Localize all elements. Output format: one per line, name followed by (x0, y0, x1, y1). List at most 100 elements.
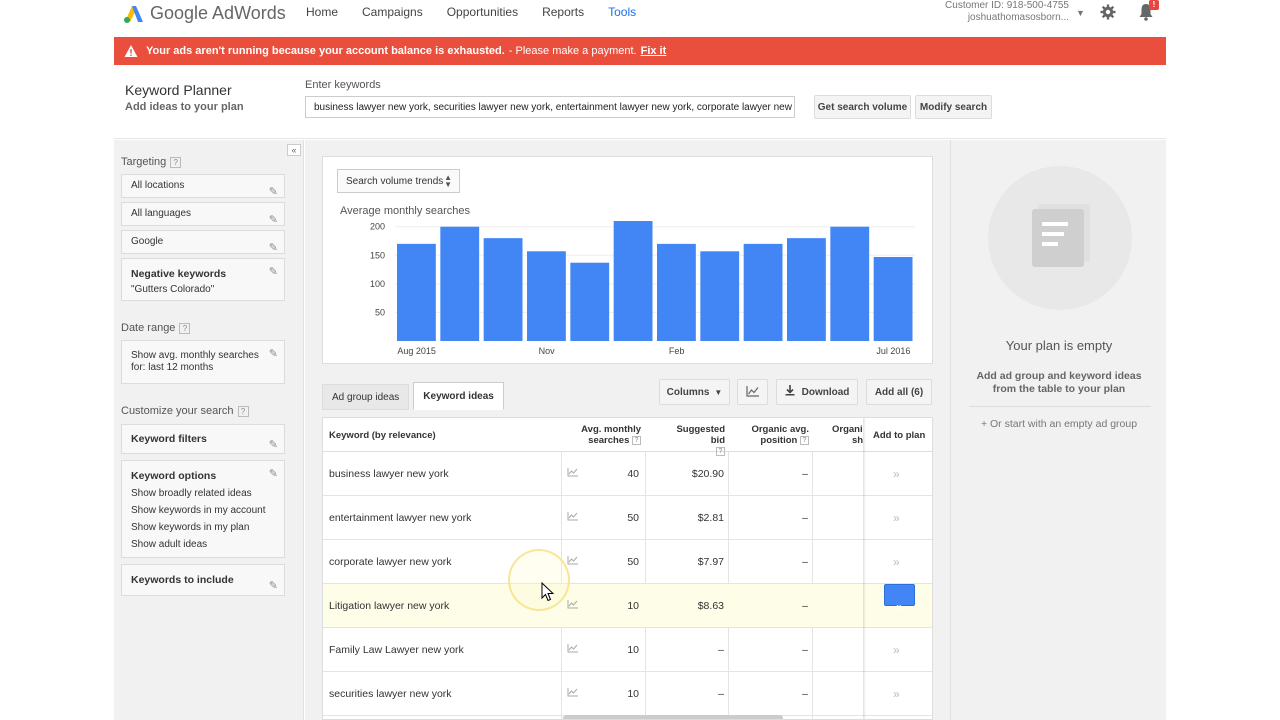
network-setting[interactable]: Google ✎ (121, 230, 285, 254)
plan-empty-subtitle: Add ad group and keyword ideas from the … (976, 370, 1142, 395)
organic-position-cell: – (802, 556, 808, 568)
download-button[interactable]: Download (776, 379, 858, 405)
chart-bar-6[interactable] (657, 243, 696, 341)
help-icon[interactable]: ? (170, 156, 182, 168)
download-label: Download (801, 386, 850, 398)
settings-gear-icon[interactable] (1100, 4, 1116, 20)
keyword-option: Show keywords in my plan (131, 522, 250, 533)
date-range-line2: for: last 12 months (131, 362, 214, 373)
chart-bar-8[interactable] (743, 243, 783, 341)
help-icon[interactable]: ? (179, 322, 191, 334)
header-organic-avg-position[interactable]: Organic avg. position ? (743, 424, 809, 446)
chart-toggle-button[interactable] (737, 379, 768, 405)
tab-ad-group-ideas[interactable]: Ad group ideas (322, 384, 410, 410)
columns-button[interactable]: Columns ▼ (659, 379, 730, 405)
chart-bar-9[interactable] (787, 238, 826, 341)
keyword-filters-setting[interactable]: Keyword filters ✎ (121, 424, 285, 454)
empty-ad-group-link[interactable]: + Or start with an empty ad group (951, 418, 1166, 430)
adwords-logo-icon (122, 2, 144, 24)
fix-it-link[interactable]: Fix it (641, 45, 667, 57)
chart-bar-5[interactable] (613, 221, 653, 341)
keywords-to-include-setting[interactable]: Keywords to include ✎ (121, 564, 285, 596)
keyword-options-title: Keyword options (131, 470, 217, 482)
account-selector[interactable]: Customer ID: 918-500-4755 joshuathomasos… (945, 0, 1069, 24)
searches-cell: 10 (627, 688, 639, 700)
add-to-plan-button[interactable]: » (893, 452, 900, 496)
horizontal-scrollbar[interactable] (563, 715, 783, 719)
columns-label: Columns (666, 386, 710, 398)
notifications-bell-icon[interactable]: ! (1138, 0, 1159, 21)
edit-pencil-icon[interactable]: ✎ (269, 265, 278, 278)
chart-bar-10[interactable] (830, 226, 870, 341)
edit-pencil-icon[interactable]: ✎ (269, 467, 278, 480)
account-caret-icon[interactable]: ▼ (1076, 8, 1085, 18)
nav-reports[interactable]: Reports (542, 5, 584, 19)
alert-payment-text: - Please make a payment. (508, 45, 637, 57)
locations-setting[interactable]: All locations ✎ (121, 174, 285, 198)
edit-pencil-icon[interactable]: ✎ (269, 347, 278, 360)
table-row: Family Law Lawyer new york 10 – – » (323, 628, 932, 672)
bid-cell: – (718, 688, 724, 700)
edit-pencil-icon[interactable]: ✎ (269, 209, 278, 231)
keyword-cell: Family Law Lawyer new york (329, 644, 464, 656)
trend-chart-icon[interactable] (567, 452, 579, 496)
nav-tools[interactable]: Tools (608, 5, 636, 19)
trend-chart-icon[interactable] (567, 584, 579, 628)
header-avg-monthly-searches[interactable]: Avg. monthly searches ? (579, 424, 641, 446)
help-icon[interactable]: ? (632, 435, 641, 445)
keyword-option: Show keywords in my account (131, 505, 266, 516)
keyword-filters-title: Keyword filters (131, 433, 207, 445)
keyword-options-setting[interactable]: Keyword options Show broadly related ide… (121, 460, 285, 558)
edit-pencil-icon[interactable]: ✎ (269, 571, 278, 601)
date-range-setting[interactable]: Show avg. monthly searches for: last 12 … (121, 340, 285, 384)
searches-cell: 40 (627, 468, 639, 480)
add-to-plan-button[interactable]: » (893, 496, 900, 540)
add-to-plan-button[interactable]: » (893, 628, 900, 672)
y-tick-label: 50 (375, 307, 385, 317)
header-keyword[interactable]: Keyword (by relevance) (329, 430, 436, 441)
trend-chart-icon[interactable] (567, 496, 579, 540)
y-tick-label: 150 (370, 250, 385, 260)
edit-pencil-icon[interactable]: ✎ (269, 237, 278, 259)
chart-bar-1[interactable] (440, 226, 480, 341)
edit-pencil-icon[interactable]: ✎ (269, 181, 278, 203)
bid-cell: $2.81 (697, 512, 724, 524)
add-to-plan-button[interactable]: » (893, 672, 900, 716)
nav-campaigns[interactable]: Campaigns (362, 5, 423, 19)
get-search-volume-button[interactable]: Get search volume (814, 95, 911, 119)
modify-search-button[interactable]: Modify search (915, 95, 992, 119)
header-organic-share[interactable]: Organicsha (832, 424, 863, 446)
languages-value: All languages (131, 208, 192, 219)
trend-chart-icon[interactable] (567, 672, 579, 716)
main-nav: Home Campaigns Opportunities Reports Too… (306, 5, 660, 19)
chart-bar-11[interactable] (873, 257, 913, 341)
trend-chart-icon[interactable] (567, 628, 579, 672)
warning-icon (124, 44, 138, 58)
chart-bar-2[interactable] (483, 238, 523, 341)
chart-bar-7[interactable] (700, 251, 740, 341)
x-tick-label: Aug 2015 (397, 346, 436, 356)
account-alert-bar: Your ads aren't running because your acc… (114, 37, 1166, 65)
add-all-button[interactable]: Add all (6) (866, 379, 932, 405)
adwords-logo[interactable]: Google AdWords (122, 0, 286, 26)
organic-position-cell: – (802, 468, 808, 480)
chart-bar-4[interactable] (570, 262, 610, 341)
organic-position-cell: – (802, 644, 808, 656)
targeting-label: Targeting? (121, 156, 182, 168)
languages-setting[interactable]: All languages ✎ (121, 202, 285, 226)
help-icon[interactable]: ? (800, 435, 809, 445)
keywords-input[interactable]: business lawyer new york, securities law… (305, 96, 795, 118)
add-to-plan-button[interactable]: » (893, 540, 900, 584)
negative-keywords-setting[interactable]: Negative keywords "Gutters Colorado" ✎ (121, 258, 285, 301)
help-icon[interactable]: ? (237, 405, 249, 417)
collapse-sidebar-button[interactable]: « (287, 144, 301, 156)
locations-value: All locations (131, 180, 185, 191)
nav-home[interactable]: Home (306, 5, 338, 19)
chart-bar-3[interactable] (527, 251, 566, 341)
chart-bar-0[interactable] (397, 243, 436, 341)
nav-opportunities[interactable]: Opportunities (447, 5, 518, 19)
tab-keyword-ideas[interactable]: Keyword ideas (413, 382, 504, 410)
result-tabs: Ad group ideas Keyword ideas (322, 382, 504, 410)
edit-pencil-icon[interactable]: ✎ (269, 431, 278, 459)
add-to-plan-button[interactable]: » (884, 584, 915, 614)
